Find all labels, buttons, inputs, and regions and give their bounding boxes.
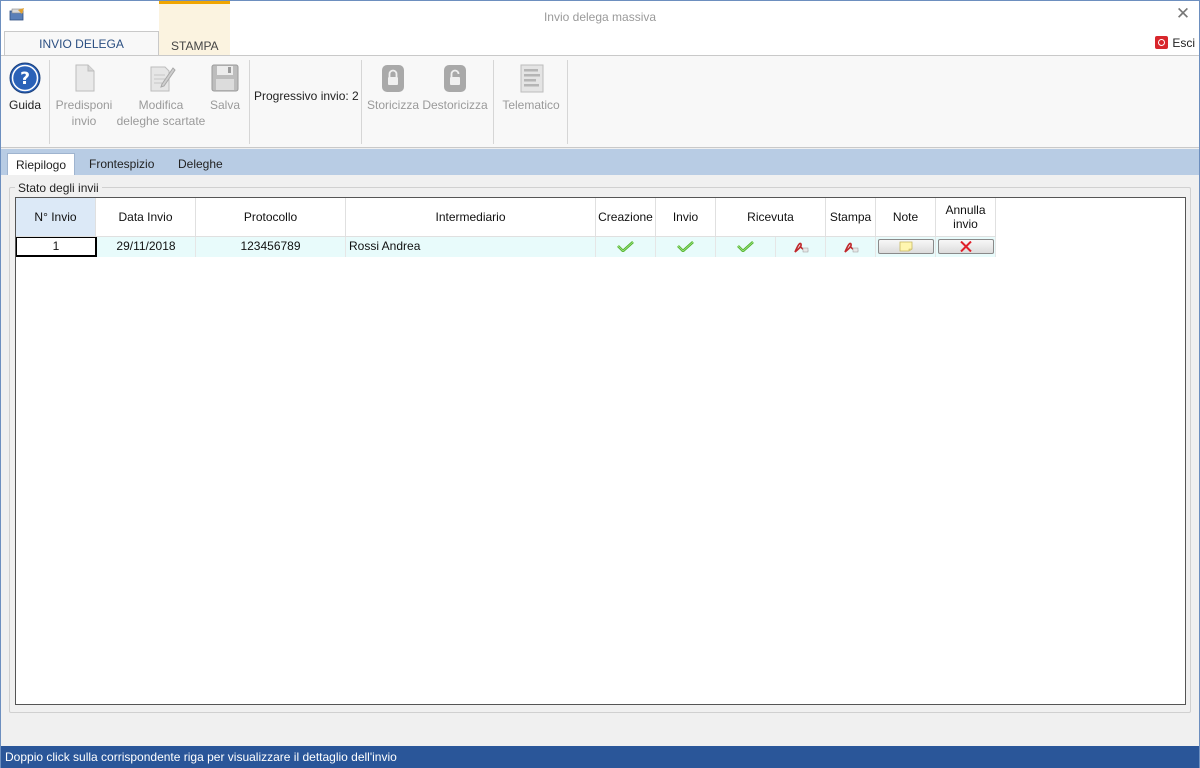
main-window: Invio delega massiva ✕ INVIO DELEGA MASS… [0,0,1200,768]
invii-table: N° Invio Data Invio Protocollo Intermedi… [15,197,1186,705]
svg-text:?: ? [20,69,30,89]
power-icon [1155,36,1169,49]
destoricizza-button[interactable]: Destoricizza [422,62,488,113]
red-x-icon [960,241,972,252]
ribbon-separator [249,60,250,144]
check-icon [677,241,694,252]
tab-frontespizio[interactable]: Frontespizio [81,153,162,175]
group-title: Stato degli invii [15,181,102,195]
modifica-label-2: deleghe scartate [116,114,206,128]
tab-strip: Riepilogo Frontespizio Deleghe [1,149,1199,175]
ribbon-toolbar: ? Guida Predisponi invio Modifica delegh… [1,55,1199,148]
cell-annulla-invio [936,237,996,257]
predisponi-label-1: Predisponi [55,98,113,112]
col-header-protocollo[interactable]: Protocollo [196,198,346,237]
list-document-icon [520,64,544,93]
status-bar: Doppio click sulla corrispondente riga p… [1,746,1199,768]
salva-button[interactable]: Salva [207,62,243,113]
note-button[interactable] [878,239,934,254]
close-window-button[interactable]: ✕ [1175,5,1191,22]
pdf-icon [843,242,858,253]
annulla-invio-button[interactable] [938,239,994,254]
pdf-icon [793,242,808,253]
salva-label: Salva [209,98,241,112]
tab-riepilogo[interactable]: Riepilogo [7,153,76,175]
cell-data-invio[interactable]: 29/11/2018 [97,237,196,257]
cell-creazione[interactable] [596,237,656,257]
telematico-button[interactable]: Telematico [499,62,563,113]
ribbon-separator [49,60,50,144]
cell-intermediario[interactable]: Rossi Andrea [346,237,596,257]
col-header-data-invio[interactable]: Data Invio [96,198,196,237]
help-icon: ? [9,62,41,94]
cell-stampa[interactable] [826,237,876,257]
ribbon-tab-bar: INVIO DELEGA MASSIVA STAMPA Esci [1,1,1199,75]
storicizza-button[interactable]: Storicizza [367,62,419,113]
note-icon [899,241,913,252]
guida-label: Guida [8,98,42,112]
col-header-ricevuta[interactable]: Ricevuta [716,198,826,237]
col-header-annulla-invio[interactable]: Annulla invio [936,198,996,237]
col-header-invio[interactable]: Invio [656,198,716,237]
ribbon-tab-invio-delega[interactable]: INVIO DELEGA MASSIVA [4,31,159,75]
lock-archive-icon [382,65,404,92]
cell-ricevuta-pdf[interactable] [776,237,826,257]
destoricizza-label: Destoricizza [422,98,488,112]
col-header-intermediario[interactable]: Intermediario [346,198,596,237]
cell-note [876,237,936,257]
unlock-archive-icon [444,65,466,92]
cell-ricevuta-stato[interactable] [716,237,776,257]
edit-document-icon [150,66,176,92]
ribbon-separator [361,60,362,144]
annulla-header-line-2: invio [953,217,978,231]
floppy-icon [211,64,239,92]
storicizza-label: Storicizza [367,98,420,112]
exit-button[interactable]: Esci [1155,35,1195,51]
ribbon-separator [493,60,494,144]
predisponi-invio-button[interactable]: Predisponi invio [53,62,115,129]
col-header-n-invio[interactable]: N° Invio [16,198,96,237]
cell-n-invio[interactable]: 1 [16,237,97,257]
ribbon-separator [567,60,568,144]
col-header-stampa[interactable]: Stampa [826,198,876,237]
progressivo-invio: Progressivo invio: 2 [254,89,359,103]
telematico-label: Telematico [502,98,560,112]
modifica-deleghe-button[interactable]: Modifica deleghe scartate [115,62,207,129]
modifica-label-1: Modifica [138,98,184,112]
ribbon-tab-stampa[interactable]: STAMPA [159,1,230,55]
check-icon [737,241,754,252]
col-header-creazione[interactable]: Creazione [596,198,656,237]
guida-button[interactable]: ? Guida [7,62,43,113]
col-header-note[interactable]: Note [876,198,936,237]
annulla-header-line-1: Annulla [945,203,986,217]
exit-label: Esci [1172,36,1195,50]
tab-deleghe[interactable]: Deleghe [170,153,231,175]
predisponi-label-2: invio [71,114,97,128]
cell-invio[interactable] [656,237,716,257]
cell-protocollo[interactable]: 123456789 [196,237,346,257]
check-icon [617,241,634,252]
document-icon [75,64,95,92]
